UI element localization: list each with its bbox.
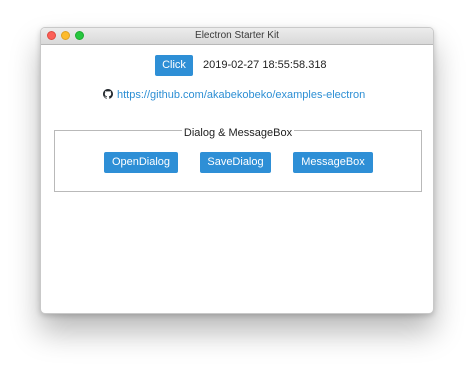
window-title: Electron Starter Kit — [195, 30, 279, 41]
dialog-messagebox-group: Dialog & MessageBox OpenDialog SaveDialo… — [54, 127, 422, 192]
repository-link[interactable]: https://github.com/akabekobeko/examples-… — [117, 89, 365, 101]
message-box-button[interactable]: MessageBox — [293, 152, 373, 173]
main-content: Click 2019-02-27 18:55:58.318 https://gi… — [41, 45, 433, 313]
github-octocat-icon — [103, 89, 113, 99]
desktop-background: Electron Starter Kit Click 2019-02-27 18… — [0, 0, 474, 367]
datetime-display: 2019-02-27 18:55:58.318 — [203, 59, 327, 71]
click-button[interactable]: Click — [155, 55, 193, 76]
click-row: Click 2019-02-27 18:55:58.318 — [41, 55, 433, 76]
repository-link-row: https://github.com/akabekobeko/examples-… — [103, 88, 365, 102]
group-legend: Dialog & MessageBox — [55, 123, 421, 141]
group-legend-text: Dialog & MessageBox — [181, 127, 295, 139]
app-window: Electron Starter Kit Click 2019-02-27 18… — [40, 27, 434, 314]
open-dialog-button[interactable]: OpenDialog — [104, 152, 178, 173]
save-dialog-button[interactable]: SaveDialog — [200, 152, 271, 173]
title-bar[interactable]: Electron Starter Kit — [41, 28, 433, 45]
